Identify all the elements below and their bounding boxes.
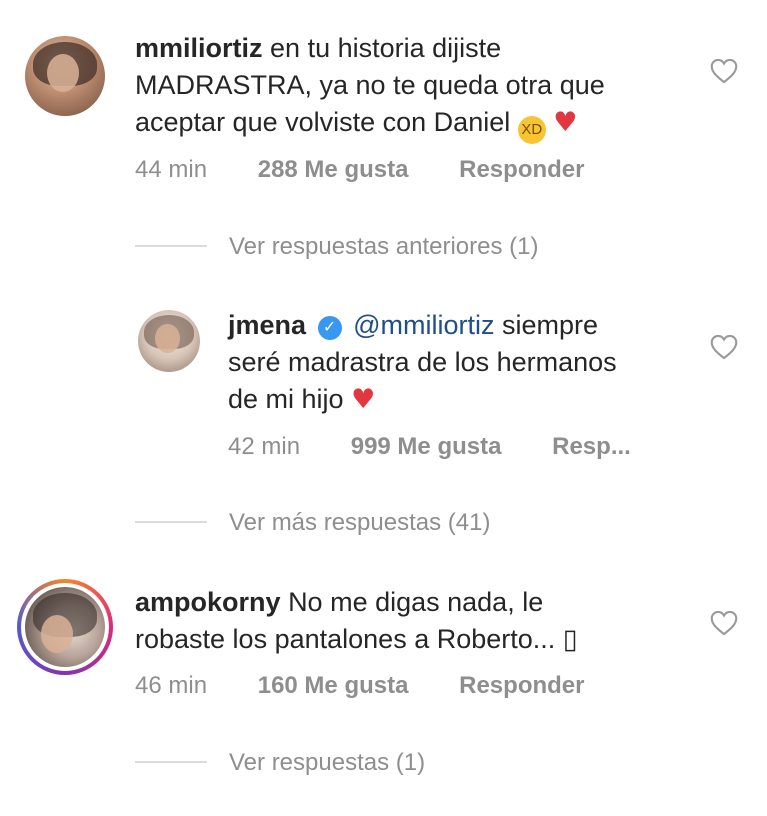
heart-like-icon[interactable] [710, 58, 738, 84]
heart-emoji-icon: ♥ [553, 107, 578, 138]
reply-button[interactable]: Responder [459, 672, 584, 699]
avatar-mmiliortiz[interactable] [25, 36, 105, 116]
view-replies-label: Ver respuestas anteriores (1) [229, 233, 539, 260]
comment-username[interactable]: ampokorny [135, 587, 281, 617]
view-previous-replies[interactable]: Ver respuestas anteriores (1) [135, 233, 538, 261]
heart-like-icon[interactable] [710, 334, 738, 360]
reply-button[interactable]: Resp... [552, 433, 631, 460]
thread-divider [135, 761, 207, 763]
thread-divider [135, 521, 207, 523]
comment-text: ampokorny No me digas nada, le [135, 584, 543, 621]
comment-time: 42 min [228, 433, 301, 460]
comment-body-line: MADRASTRA, ya no te queda otra que [135, 70, 605, 100]
comment-username[interactable]: jmena [228, 310, 306, 340]
view-more-replies[interactable]: Ver más respuestas (41) [135, 509, 490, 537]
likes-count-button[interactable]: 160 Me gusta [258, 672, 409, 699]
comment-time: 46 min [135, 672, 208, 699]
view-replies-label: Ver respuestas (1) [229, 749, 426, 776]
comment-text: mmiliortiz en tu historia dijiste [135, 30, 501, 67]
unsupported-emoji-icon: ▯ [562, 624, 578, 654]
avatar-jmena[interactable] [138, 310, 200, 372]
verified-badge-icon: ✓ [317, 316, 342, 340]
comment-text: jmena ✓ @mmiliortiz siempre [228, 307, 598, 344]
thread-divider [135, 245, 207, 247]
comment-time: 44 min [135, 156, 208, 183]
comment-text: de mi hijo ♥ [228, 381, 375, 418]
likes-count-button[interactable]: 288 Me gusta [258, 156, 409, 183]
mention-link[interactable]: @mmiliortiz [353, 310, 494, 340]
comment-body-line: aceptar que volviste con Daniel [135, 107, 511, 137]
comment-body-line: en tu historia dijiste [270, 33, 502, 63]
comment-username[interactable]: mmiliortiz [135, 33, 263, 63]
heart-like-icon[interactable] [710, 610, 738, 636]
comment-meta: 42 min 999 Me gusta Resp... [228, 433, 675, 461]
comment-text: aceptar que volviste con Daniel XD ♥ [135, 104, 577, 144]
comment-meta: 44 min 288 Me gusta Responder [135, 156, 628, 184]
avatar-ampokorny[interactable] [25, 587, 105, 667]
reply-button[interactable]: Responder [459, 156, 584, 183]
comment-text: robaste los pantalones a Roberto... ▯ [135, 621, 578, 658]
comment-body-line: No me digas nada, le [288, 587, 544, 617]
comment-body-line: seré madrastra de los hermanos [228, 347, 617, 377]
view-replies-label: Ver más respuestas (41) [229, 509, 491, 536]
comment-meta: 46 min 160 Me gusta Responder [135, 672, 628, 700]
heart-emoji-icon: ♥ [351, 384, 376, 415]
comment-body-line: robaste los pantalones a Roberto... [135, 624, 556, 654]
view-replies[interactable]: Ver respuestas (1) [135, 749, 425, 777]
comment-body-line: siempre [502, 310, 599, 340]
likes-count-button[interactable]: 999 Me gusta [351, 433, 502, 460]
laughing-emoji-icon: XD [517, 116, 546, 144]
comment-body-line: de mi hijo [228, 384, 344, 414]
